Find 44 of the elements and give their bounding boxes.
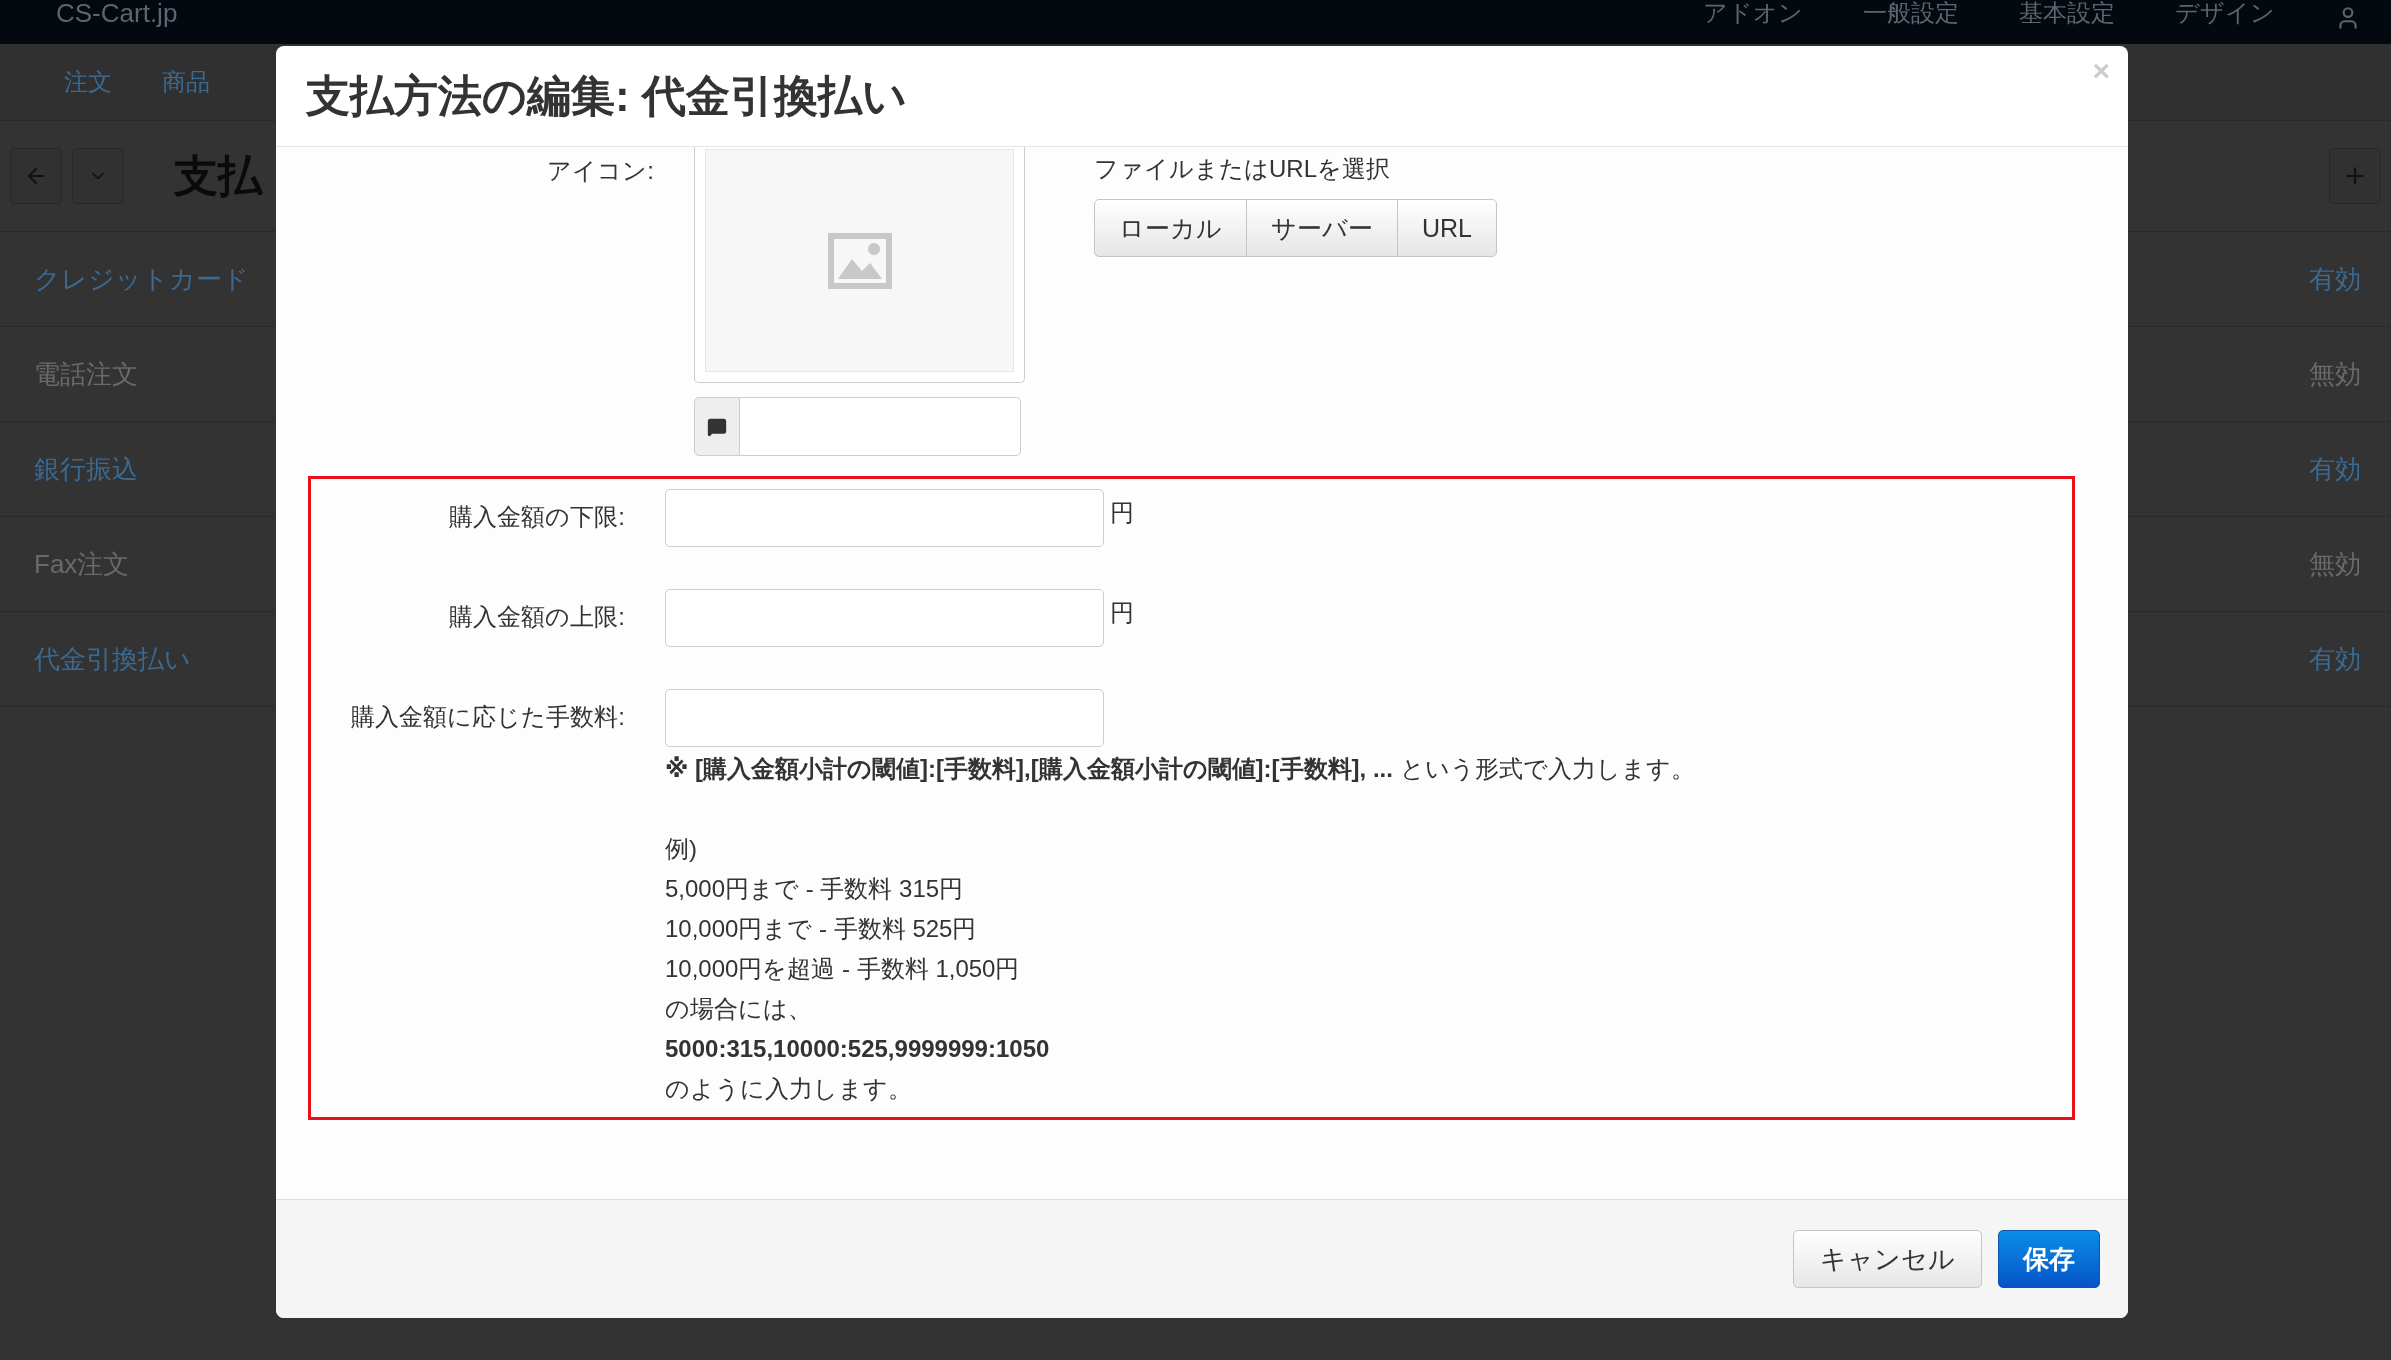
nav-menu[interactable]: デザイン xyxy=(2175,0,2275,29)
status-dropdown[interactable]: 有効 xyxy=(2309,451,2361,487)
cancel-button[interactable]: キャンセル xyxy=(1793,1230,1982,1288)
help-text: の場合には、 xyxy=(665,994,813,1024)
file-source-label: ファイルまたはURLを選択 xyxy=(1094,154,1391,184)
dropdown-button[interactable] xyxy=(72,148,124,204)
field-label: 購入金額の上限: xyxy=(448,602,625,632)
payment-method-link[interactable]: 銀行振込 xyxy=(34,451,138,487)
unit-label: 円 xyxy=(1110,598,1134,628)
source-button[interactable]: ローカル xyxy=(1094,199,1247,257)
help-text: 例) xyxy=(665,834,698,864)
nav-menu[interactable]: 商品 xyxy=(162,66,210,98)
brand-name[interactable]: CS-Cart.jp xyxy=(56,0,178,29)
image-placeholder-icon xyxy=(827,232,892,289)
save-button[interactable]: 保存 xyxy=(1998,1230,2100,1288)
close-button[interactable]: × xyxy=(2088,54,2114,88)
help-text: のように入力します。 xyxy=(665,1074,913,1104)
help-text: 10,000円まで - 手数料 525円 xyxy=(665,914,978,944)
back-button[interactable] xyxy=(10,148,62,204)
help-text: 5,000円まで - 手数料 315円 xyxy=(665,874,965,904)
comment-icon xyxy=(707,416,727,437)
payment-method-link[interactable]: クレジットカード xyxy=(34,261,249,297)
input-field[interactable] xyxy=(665,589,1104,647)
input-field[interactable] xyxy=(740,397,1021,456)
nav-menu[interactable]: 注文 xyxy=(64,66,112,98)
nav-menu[interactable]: アドオン xyxy=(1703,0,1803,29)
help-text: ※ [購入金額小計の閾値]:[手数料],[購入金額小計の閾値]:[手数料], ... という形式で入力します。 xyxy=(665,754,1695,784)
input-field[interactable] xyxy=(665,489,1104,547)
payment-method-link[interactable]: 代金引換払い xyxy=(34,641,191,677)
example-value: 5000:315,10000:525,9999999:1050 xyxy=(665,1034,1051,1064)
help-text: 10,000円を超過 - 手数料 1,050円 xyxy=(665,954,1021,984)
field-label: 購入金額に応じた手数料: xyxy=(350,702,625,732)
add-button[interactable] xyxy=(2329,148,2381,204)
input-field[interactable] xyxy=(665,689,1104,747)
field-label: アイコン: xyxy=(546,156,654,186)
status-dropdown[interactable]: 有効 xyxy=(2309,261,2361,297)
nav-menu[interactable]: 基本設定 xyxy=(2019,0,2115,29)
source-button[interactable]: URL xyxy=(1397,199,1497,257)
unit-label: 円 xyxy=(1110,498,1134,528)
field-label: 購入金額の下限: xyxy=(448,502,625,532)
nav-menu[interactable]: 一般設定 xyxy=(1863,0,1959,29)
status-dropdown[interactable]: 有効 xyxy=(2309,641,2361,677)
dialog-title: 支払方法の編集: 代金引換払い xyxy=(306,69,907,122)
source-button[interactable]: サーバー xyxy=(1246,199,1398,257)
